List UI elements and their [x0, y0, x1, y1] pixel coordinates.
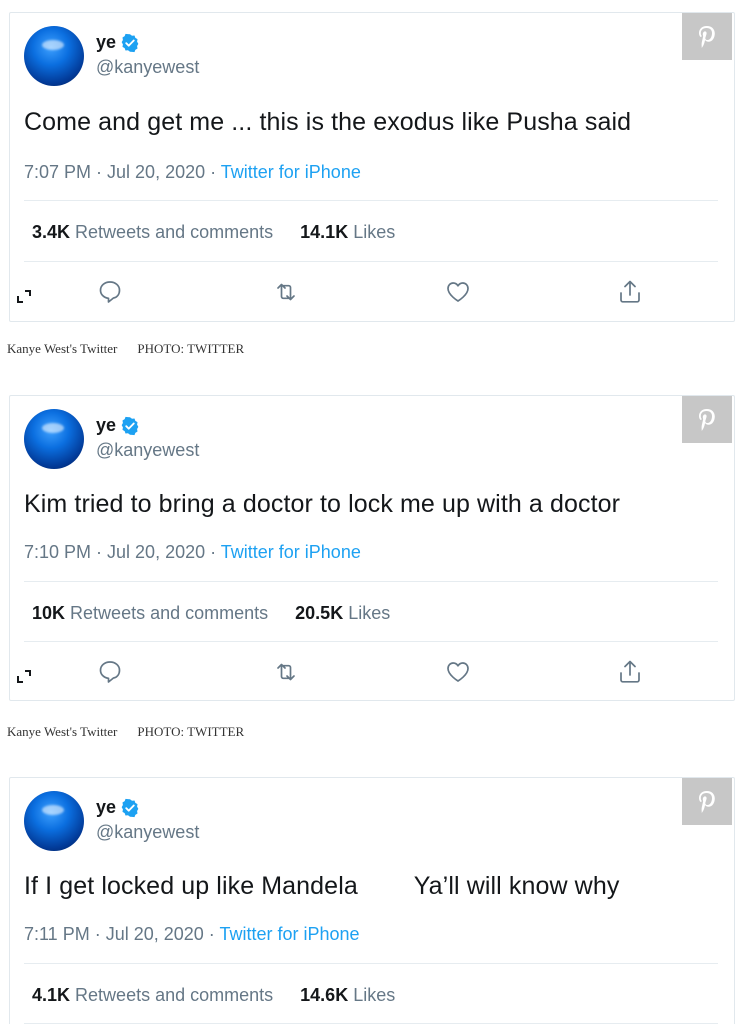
tweet-card-2: ye @kanyewest Kim tried to bring a docto…	[9, 395, 735, 701]
user-handle[interactable]: @kanyewest	[96, 57, 199, 78]
avatar[interactable]	[24, 409, 84, 469]
user-handle[interactable]: @kanyewest	[96, 822, 199, 843]
tweet-timestamp: 7:07 PM · Jul 20, 2020 · Twitter for iPh…	[24, 162, 361, 183]
like-count: 14.1K	[300, 222, 349, 242]
tweet-text: Kim tried to bring a doctor to lock me u…	[24, 490, 621, 518]
display-name[interactable]: ye	[96, 32, 116, 53]
retweets-label[interactable]: Retweets and comments	[75, 222, 273, 242]
tweet-source-link[interactable]: Twitter for iPhone	[221, 162, 361, 182]
divider	[24, 963, 718, 964]
tweet-source-link[interactable]: Twitter for iPhone	[221, 542, 361, 562]
display-name[interactable]: ye	[96, 415, 116, 436]
avatar[interactable]	[24, 791, 84, 851]
pinterest-icon	[699, 25, 715, 48]
like-count: 20.5K	[295, 603, 344, 623]
likes-label[interactable]: Likes	[348, 603, 390, 623]
retweet-button[interactable]	[272, 278, 300, 306]
tweet-time[interactable]: 7:11 PM · Jul 20, 2020 ·	[24, 924, 219, 944]
reply-button[interactable]	[96, 658, 124, 686]
caption-text: Kanye West's Twitter	[7, 724, 118, 739]
retweet-count: 10K	[32, 603, 66, 623]
reply-icon	[99, 281, 121, 303]
avatar[interactable]	[24, 26, 84, 86]
expand-icon[interactable]	[16, 668, 32, 684]
user-handle[interactable]: @kanyewest	[96, 440, 199, 461]
display-name[interactable]: ye	[96, 797, 116, 818]
divider	[24, 581, 718, 582]
photo-credit: PHOTO: TWITTER	[137, 724, 245, 739]
pinterest-button[interactable]	[682, 778, 732, 825]
verified-badge-icon	[121, 33, 139, 52]
heart-icon	[447, 282, 469, 302]
reply-button[interactable]	[96, 278, 124, 306]
photo-credit: PHOTO: TWITTER	[137, 341, 245, 356]
tweet-time[interactable]: 7:07 PM · Jul 20, 2020 ·	[24, 162, 221, 182]
tweet-actions	[10, 658, 734, 688]
likes-label[interactable]: Likes	[353, 985, 395, 1005]
tweet-timestamp: 7:10 PM · Jul 20, 2020 · Twitter for iPh…	[24, 542, 361, 563]
tweet-time[interactable]: 7:10 PM · Jul 20, 2020 ·	[24, 542, 221, 562]
tweet-text: Come and get me ... this is the exodus l…	[24, 108, 632, 136]
expand-icon[interactable]	[16, 288, 32, 304]
tweet-card-3: ye @kanyewest If I get locked up like Ma…	[9, 777, 735, 1024]
retweets-label[interactable]: Retweets and comments	[75, 985, 273, 1005]
divider	[24, 641, 718, 642]
tweet-stats: 10K Retweets and comments 20.5K Likes	[32, 603, 390, 624]
caption-text: Kanye West's Twitter	[7, 341, 118, 356]
tweet-stats: 4.1K Retweets and comments 14.6K Likes	[32, 985, 395, 1006]
tweet-timestamp: 7:11 PM · Jul 20, 2020 · Twitter for iPh…	[24, 924, 360, 945]
pinterest-button[interactable]	[682, 396, 732, 443]
like-button[interactable]	[444, 278, 472, 306]
retweet-icon	[277, 283, 295, 301]
tweet-text: If I get locked up like Mandela Ya’ll wi…	[24, 872, 620, 900]
pinterest-icon	[699, 790, 715, 813]
divider	[24, 261, 718, 262]
like-button[interactable]	[444, 658, 472, 686]
image-caption: Kanye West's Twitter PHOTO: TWITTER	[7, 724, 244, 740]
retweet-count: 3.4K	[32, 222, 71, 242]
share-icon	[620, 660, 640, 683]
image-caption: Kanye West's Twitter PHOTO: TWITTER	[7, 341, 244, 357]
retweet-button[interactable]	[272, 658, 300, 686]
share-button[interactable]	[616, 278, 644, 306]
verified-badge-icon	[121, 798, 139, 817]
tweet-stats: 3.4K Retweets and comments 14.1K Likes	[32, 222, 395, 243]
tweet-source-link[interactable]: Twitter for iPhone	[219, 924, 359, 944]
retweet-count: 4.1K	[32, 985, 71, 1005]
tweet-card-1: ye @kanyewest Come and get me ... this i…	[9, 12, 735, 322]
pinterest-icon	[699, 408, 715, 431]
pinterest-button[interactable]	[682, 13, 732, 60]
like-count: 14.6K	[300, 985, 349, 1005]
share-icon	[620, 280, 640, 303]
heart-icon	[447, 662, 469, 682]
divider	[24, 200, 718, 201]
verified-badge-icon	[121, 416, 139, 435]
tweet-actions	[10, 278, 734, 308]
retweets-label[interactable]: Retweets and comments	[70, 603, 268, 623]
reply-icon	[99, 661, 121, 683]
retweet-icon	[277, 663, 295, 681]
likes-label[interactable]: Likes	[353, 222, 395, 242]
share-button[interactable]	[616, 658, 644, 686]
